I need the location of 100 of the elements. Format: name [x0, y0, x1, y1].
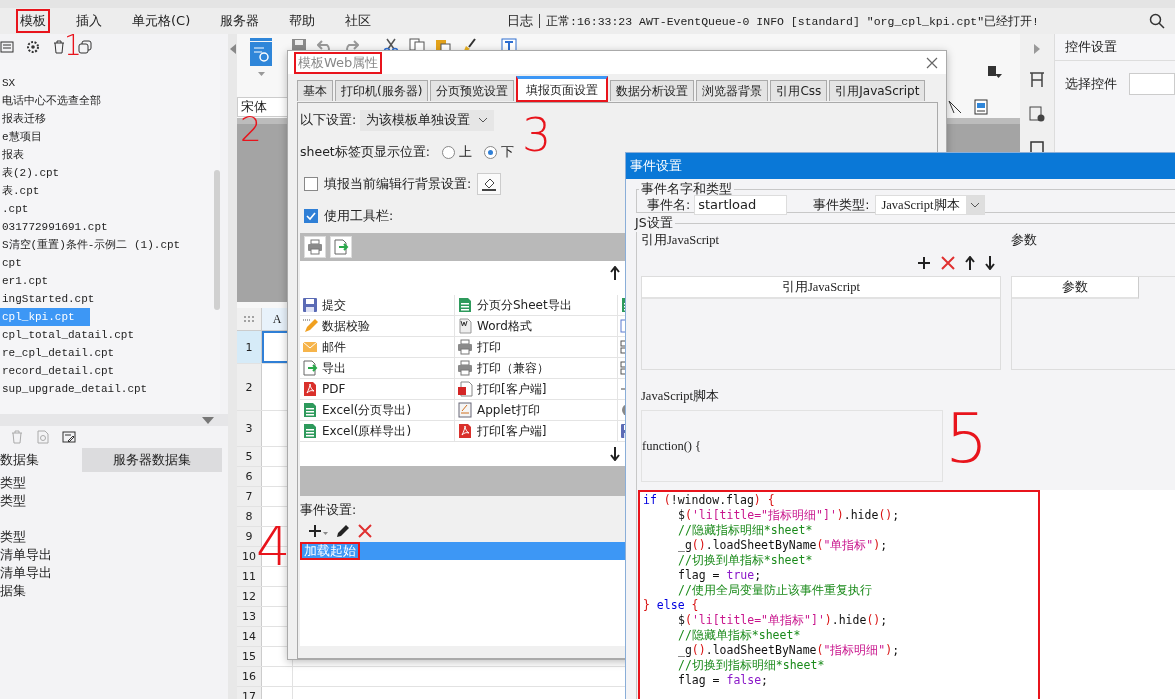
row-header[interactable]: 12	[237, 587, 262, 606]
toolbar-option[interactable]: PDF	[300, 379, 455, 399]
file-tree-item[interactable]: 报表	[0, 146, 24, 164]
file-tree-item[interactable]: .cpt	[0, 200, 29, 218]
toolbar-option[interactable]: 数据校验	[300, 316, 455, 336]
field-label: 选择控件	[1065, 75, 1117, 93]
menu-item[interactable]: 插入	[72, 9, 106, 33]
column-header: 参数	[1012, 277, 1139, 299]
column-header: 引用JavaScript	[642, 277, 1000, 299]
row-header[interactable]: 6	[237, 467, 262, 486]
dataset-item[interactable]: 类型	[0, 492, 26, 510]
dialog-title: 模板Web属性	[294, 51, 383, 74]
menu-item[interactable]: 社区	[341, 9, 376, 33]
toolbar-option[interactable]: Applet打印	[455, 400, 618, 420]
annotation-number: 5	[945, 405, 989, 473]
settings-tab[interactable]: 浏览器背景	[696, 80, 769, 101]
file-tree-item[interactable]: e慧项目	[0, 128, 42, 146]
settings-tab[interactable]: 引用JavaScript	[829, 80, 926, 101]
row-header[interactable]: 16	[237, 667, 262, 686]
row-header[interactable]: 13	[237, 607, 262, 626]
log-button[interactable]: 日志	[507, 12, 534, 30]
row-header[interactable]: 9	[237, 527, 262, 546]
menu-item[interactable]: 单元格(C)	[128, 9, 195, 33]
code-line: //隐藏单指标*sheet*	[677, 628, 802, 643]
toolbar-option[interactable]: 打印	[455, 337, 618, 357]
dataset-item[interactable]: 清单导出	[0, 564, 52, 582]
row-header[interactable]: 15	[237, 647, 262, 666]
checkbox-label: 使用工具栏:	[324, 207, 394, 225]
file-tree-item[interactable]: 报表迁移	[0, 110, 46, 128]
radio-label: 上	[458, 143, 472, 161]
scope-dropdown[interactable]: 为该模板单独设置	[360, 109, 495, 131]
code-line: flag = false;	[677, 673, 770, 688]
settings-tab[interactable]: 数据分析设置	[610, 80, 695, 101]
row-header[interactable]: 14	[237, 627, 262, 646]
toolbar-option[interactable]: 提交	[300, 295, 455, 315]
settings-tab[interactable]: 分页预览设置	[430, 80, 515, 101]
file-tree-item[interactable]: re_cpl_detail.cpt	[0, 344, 115, 362]
code-line: _g().loadSheetByName("指标明细");	[677, 643, 901, 658]
code-line: if (!window.flag) {	[643, 493, 776, 508]
menu-item[interactable]: 帮助	[285, 9, 320, 33]
annotation-number: 1	[64, 32, 82, 60]
file-tree-item[interactable]: 031772991691.cpt	[0, 218, 108, 236]
settings-tab[interactable]: 基本	[297, 80, 333, 101]
file-tree-item[interactable]: 表.cpt	[0, 182, 40, 200]
file-tree-item[interactable]: cpt	[0, 254, 22, 272]
row-header[interactable]: 11	[237, 567, 262, 586]
code-line: $('li[title="单指标"]').hide();	[677, 613, 889, 628]
file-tree-item[interactable]: cpl_total_datail.cpt	[0, 326, 135, 344]
toolbar-option[interactable]: Excel(分页导出)	[300, 400, 455, 420]
dataset-tab[interactable]: 服务器数据集	[82, 448, 222, 472]
file-tree-item[interactable]: ingStarted.cpt	[0, 290, 95, 308]
code-line: $('li[title="指标明细"]').hide();	[677, 508, 901, 523]
file-tree-item[interactable]: record_detail.cpt	[0, 362, 115, 380]
code-line: flag = true;	[677, 568, 763, 583]
status-message: 正常:16:33:23 AWT-EventQueue-0 INFO [standard] "org_cpl_kpi.cpt"已经打开!	[546, 13, 1039, 29]
toolbar-option[interactable]: 分页分Sheet导出	[455, 295, 618, 315]
file-tree-item[interactable]: SX	[0, 74, 16, 92]
dialog-title: 事件设置	[626, 153, 1175, 179]
file-tree-item[interactable]: er1.cpt	[0, 272, 49, 290]
dataset-item[interactable]: 类型	[0, 474, 26, 492]
toolbar-option[interactable]: 打印（兼容）	[455, 358, 618, 378]
row-header[interactable]: 7	[237, 487, 262, 506]
menu-item[interactable]: 模板	[16, 9, 50, 33]
section-label: 参数	[1011, 232, 1038, 249]
file-tree-item[interactable]: S清空(重置)条件-示例二 (1).cpt	[0, 236, 181, 254]
file-tree-item[interactable]: sup_upgrade_detail.cpt	[0, 380, 148, 398]
file-tree-item[interactable]: 表(2).cpt	[0, 164, 60, 182]
toolbar-option[interactable]: Word格式	[455, 316, 618, 336]
group-label: JS设置	[633, 215, 674, 232]
toolbar-option[interactable]: 打印[客户端]	[455, 421, 618, 441]
toolbar-option[interactable]: 邮件	[300, 337, 455, 357]
row-header[interactable]: 8	[237, 507, 262, 526]
settings-tab[interactable]: 填报页面设置	[516, 76, 609, 102]
checkbox-label: 填报当前编辑行背景设置:	[324, 175, 472, 193]
row-header[interactable]: 1	[237, 331, 262, 363]
annotation-number: 3	[522, 112, 552, 158]
toolbar-option[interactable]: 导出	[300, 358, 455, 378]
section-label: 引用JavaScript	[641, 232, 721, 249]
menu-item[interactable]: 服务器	[216, 9, 264, 33]
section-label: JavaScript脚本	[641, 388, 721, 405]
event-name-field[interactable]: startload	[694, 195, 788, 215]
settings-tab[interactable]: 打印机(服务器)	[335, 80, 429, 101]
file-tree-item[interactable]: 电话中心不选查全部	[0, 92, 101, 110]
field-label: sheet标签页显示位置:	[300, 143, 430, 161]
field-label: 以下设置:	[300, 111, 357, 129]
row-header[interactable]: 2	[237, 364, 262, 410]
field-label: 事件类型:	[813, 196, 870, 214]
settings-tab[interactable]: 引用Css	[770, 80, 828, 101]
row-header[interactable]: 3	[237, 411, 262, 446]
row-header[interactable]: 5	[237, 447, 262, 466]
code-line: //隐藏指标明细*sheet*	[677, 523, 814, 538]
toolbar-option[interactable]: 打印[客户端]	[455, 379, 618, 399]
section-label: 事件设置:	[300, 502, 357, 519]
event-type-dropdown[interactable]: JavaScript脚本	[875, 195, 985, 215]
toolbar-option[interactable]: Excel(原样导出)	[300, 421, 455, 441]
function-header: function() {	[642, 438, 702, 454]
dataset-item[interactable]: 据集	[0, 582, 26, 600]
radio-label: 下	[500, 143, 514, 161]
dataset-item[interactable]: 清单导出	[0, 546, 52, 564]
dataset-item[interactable]: 类型	[0, 528, 26, 546]
